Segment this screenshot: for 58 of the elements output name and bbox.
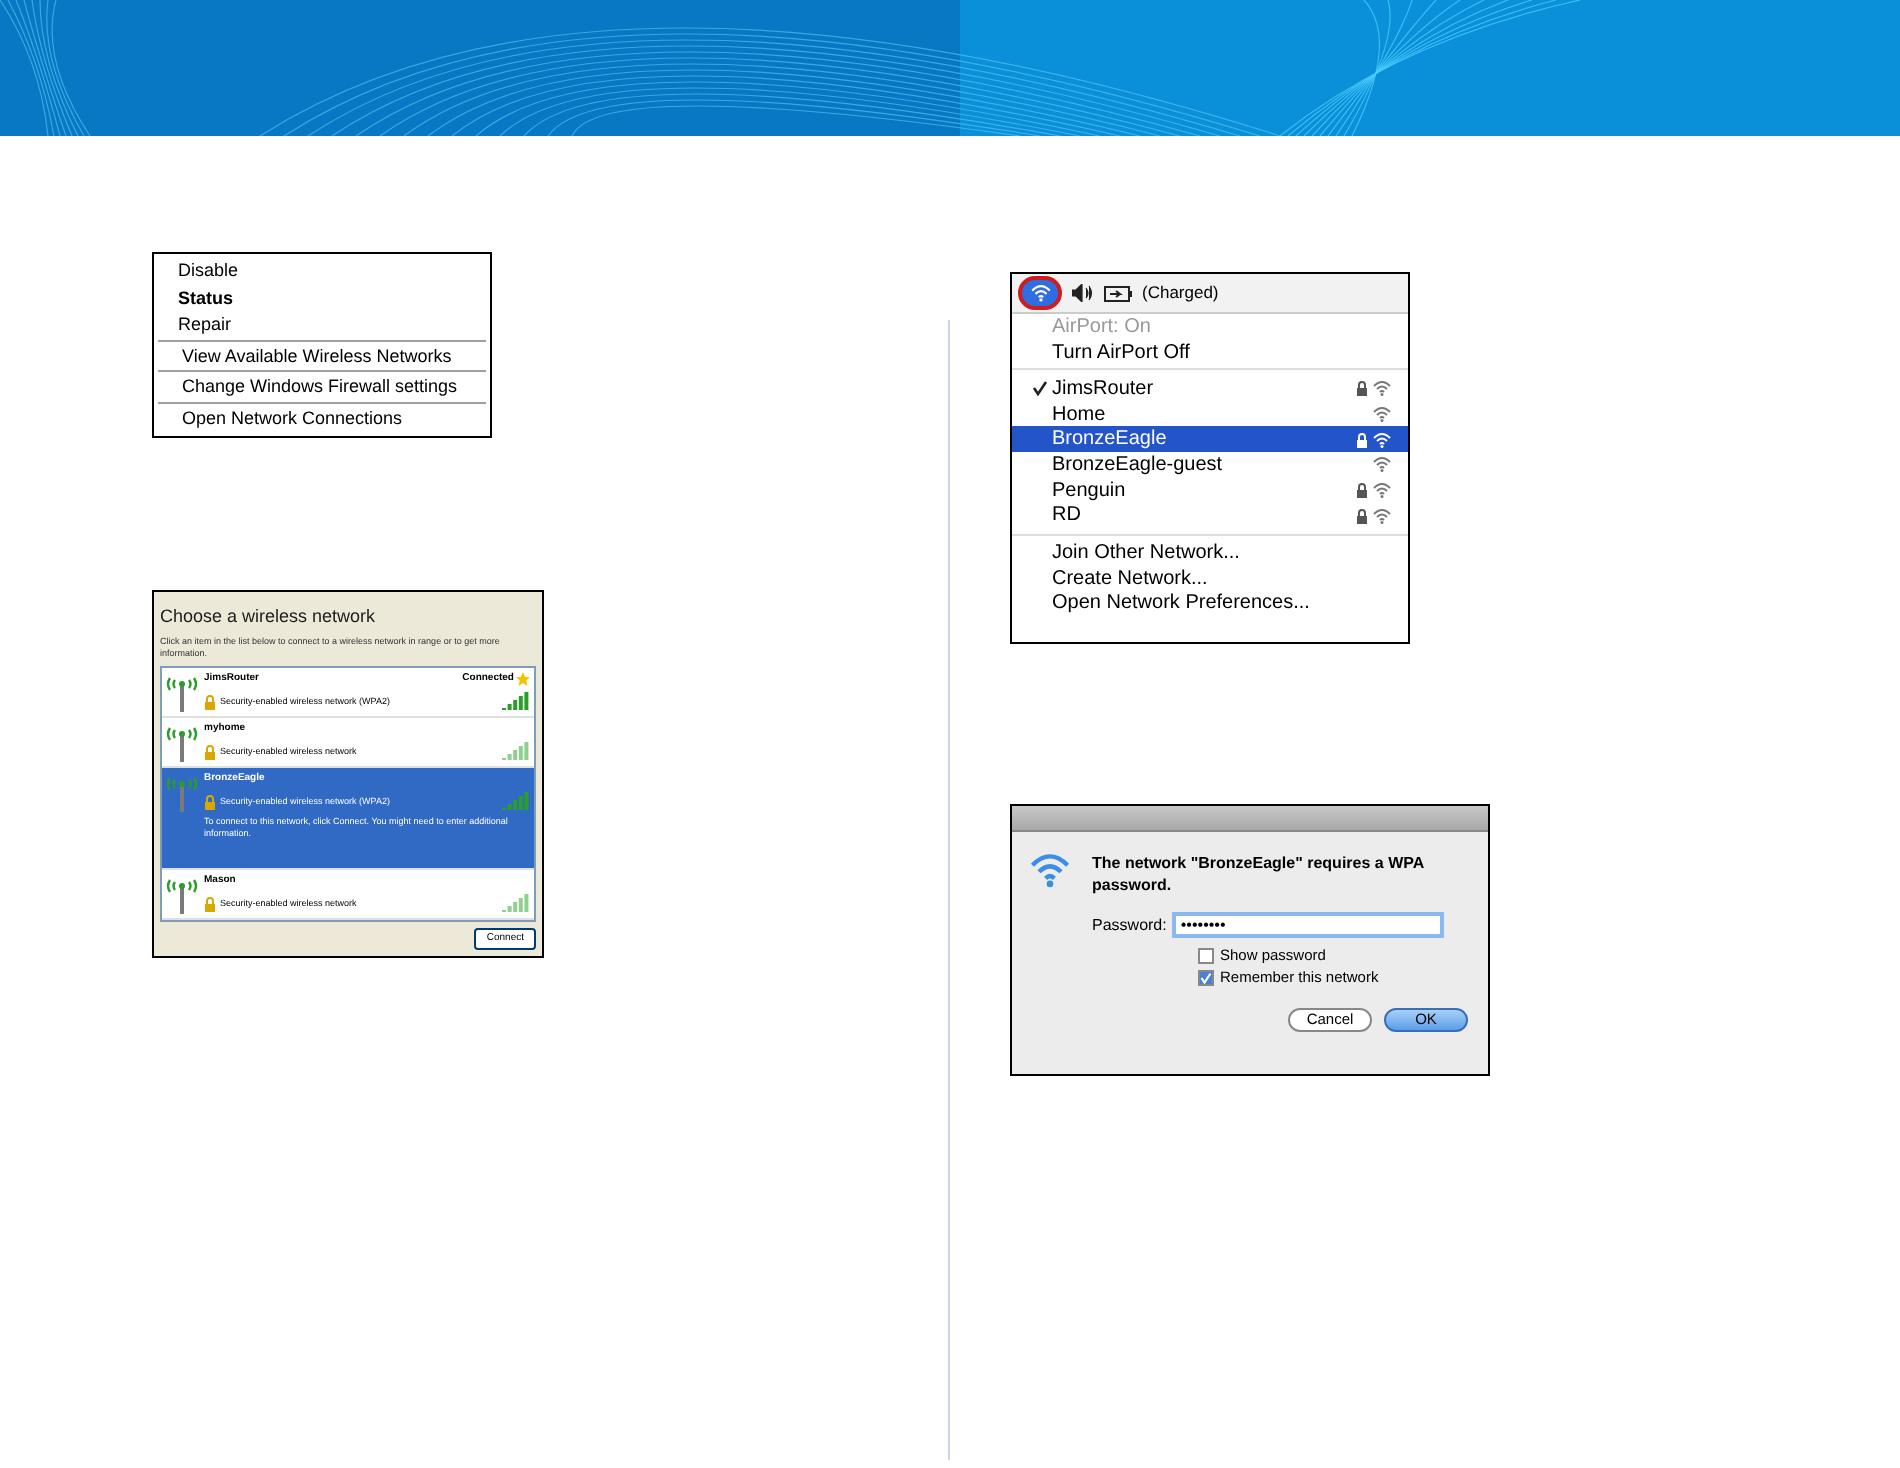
signal-bars-icon (502, 742, 530, 760)
wifi-icon (1372, 380, 1392, 397)
network-item[interactable]: JimsRouter (1012, 376, 1408, 402)
menu-item[interactable]: Disable (154, 258, 490, 285)
signal-bars-icon (502, 692, 530, 710)
lock-icon (204, 743, 216, 759)
wifi-icon (1029, 284, 1051, 302)
checkbox[interactable] (1198, 948, 1214, 964)
menu-item[interactable]: Join Other Network... (1012, 542, 1408, 568)
dialog-message: The network "BronzeEagle" requires a WPA password. (1092, 852, 1426, 896)
wifi-icon (1372, 456, 1392, 473)
lock-icon (1356, 380, 1368, 397)
battery-icon[interactable] (1104, 285, 1132, 301)
menu-item[interactable]: Repair (154, 312, 490, 339)
network-name: BronzeEagle-guest (1052, 451, 1225, 480)
wifi-icon (1372, 431, 1392, 448)
lock-icon (1356, 507, 1368, 524)
network-item[interactable]: Penguin (1012, 477, 1408, 503)
menu-item[interactable]: View Available Wireless Networks (158, 343, 486, 370)
battery-status: (Charged) (1142, 280, 1219, 306)
lock-icon (1356, 482, 1368, 499)
network-item[interactable]: BronzeEagle (1012, 426, 1408, 453)
password-field[interactable]: •••••••• (1172, 912, 1445, 938)
checkmark-icon (1032, 380, 1048, 397)
wifi-icon (1372, 507, 1392, 524)
wifi-icon (1372, 406, 1392, 423)
password-label: Password: (1092, 913, 1167, 937)
network-name: Home (1052, 401, 1108, 429)
menu-item[interactable]: Turn AirPort Off (1012, 341, 1408, 366)
antenna-icon (166, 874, 198, 914)
network-name: BronzeEagle (1052, 426, 1169, 455)
menu-item[interactable]: Create Network... (1012, 567, 1408, 593)
checkbox[interactable] (1198, 970, 1214, 986)
wifi-menu-icon[interactable] (1018, 276, 1062, 310)
wifi-icon (1028, 852, 1072, 888)
menu-item[interactable]: Change Windows Firewall settings (158, 374, 486, 401)
network-item[interactable]: RD (1012, 502, 1408, 529)
lock-icon (204, 693, 216, 709)
dialog-title: Choose a wireless network (160, 604, 378, 628)
menu-item[interactable]: Open Network Preferences... (1012, 592, 1408, 618)
signal-bars-icon (502, 792, 530, 810)
star-icon (516, 672, 530, 686)
antenna-icon (166, 672, 198, 712)
antenna-icon (166, 722, 198, 762)
wifi-icon (1372, 482, 1392, 499)
network-name: Penguin (1052, 477, 1128, 506)
speaker-icon[interactable] (1072, 284, 1094, 302)
menu-item[interactable]: Open Network Connections (158, 405, 486, 432)
signal-bars-icon (502, 894, 530, 912)
lock-icon (204, 895, 216, 911)
network-name: JimsRouter (1052, 375, 1156, 404)
menu-item[interactable]: Status (154, 285, 490, 312)
lock-icon (1356, 431, 1368, 448)
antenna-icon (166, 772, 198, 812)
network-item[interactable]: BronzeEagle-guest (1012, 452, 1408, 478)
network-item[interactable]: Home (1012, 401, 1408, 427)
network-name: RD (1052, 502, 1083, 531)
lock-icon (204, 793, 216, 809)
